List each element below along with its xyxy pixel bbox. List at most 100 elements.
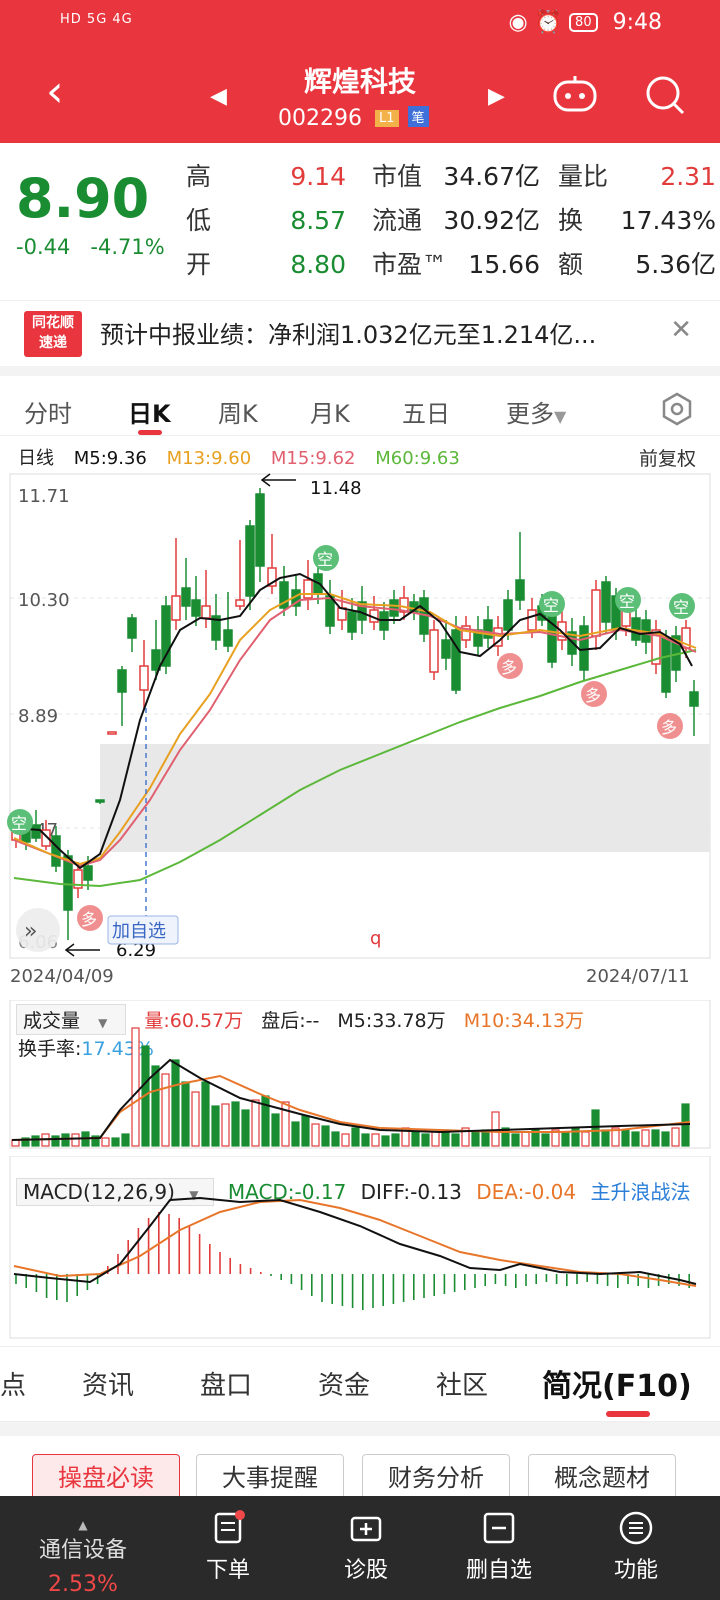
candle-body: [223, 629, 233, 647]
diagnose-icon: [350, 1516, 382, 1542]
candle-body: [451, 629, 461, 691]
search-icon[interactable]: [644, 74, 686, 116]
volume-bar: [511, 1133, 520, 1147]
chip-must-read[interactable]: 操盘必读: [32, 1454, 180, 1500]
tab-monthly-k[interactable]: 月K: [310, 394, 350, 429]
candle-body: [63, 855, 73, 911]
tag-empty-1: 空: [11, 814, 27, 833]
stock-name: 辉煌科技: [303, 65, 416, 98]
network-indicator: HD 5G 4G: [60, 12, 133, 27]
candle-body: [235, 599, 245, 607]
remove-watch-label: 删自选: [466, 1558, 533, 1583]
volume-bar: [671, 1127, 680, 1147]
candle-body: [527, 609, 537, 631]
remove-watch-icon: [483, 1512, 515, 1544]
expand-button[interactable]: »: [16, 908, 60, 952]
close-icon[interactable]: ✕: [670, 315, 692, 345]
quote-col-vol: 量比 2.31 换 17.43% 额 5.36亿: [558, 155, 716, 287]
volume-bar: [451, 1133, 460, 1147]
turnover-label: 换: [558, 206, 584, 235]
candle-body: [689, 691, 699, 707]
tag-empty-4: 空: [619, 592, 635, 611]
candle-body: [245, 525, 255, 597]
tab-daily-k[interactable]: 日K: [128, 394, 171, 429]
tab-five-day[interactable]: 五日: [402, 394, 450, 429]
volume-bar: [371, 1133, 380, 1147]
chip-concepts[interactable]: 概念题材: [528, 1454, 676, 1500]
news-logo-line2: 速递: [39, 335, 67, 351]
amount-label: 额: [558, 250, 584, 279]
chart-frame: [9, 473, 711, 959]
tab-hotspot[interactable]: 点: [0, 1365, 26, 1402]
kline-chart[interactable]: 11.71 10.30 8.89 7.47 6.06 11.48 6.29 加自…: [0, 470, 720, 1000]
volume-bar: [661, 1131, 670, 1147]
volume-bar: [181, 1081, 190, 1147]
news-ticker[interactable]: 同花顺 速递 预计中报业绩：净利润1.032亿元至1.214亿... ✕: [0, 300, 720, 366]
volume-bar: [631, 1131, 640, 1147]
period-label: 日线: [18, 448, 54, 469]
volume-bar: [101, 1137, 110, 1147]
candle-body: [601, 581, 611, 623]
status-bar: HD 5G 4G ◉ ⏰ 80 9:48: [0, 8, 720, 42]
robot-icon[interactable]: [552, 74, 598, 114]
candle-body: [389, 599, 399, 617]
chip-financials[interactable]: 财务分析: [362, 1454, 510, 1500]
tab-f10[interactable]: 简况(F10): [542, 1361, 692, 1405]
tab-more[interactable]: 更多▼: [506, 394, 566, 429]
volume-bar: [51, 1135, 60, 1147]
candle-body: [83, 865, 93, 881]
candle-body: [255, 493, 265, 567]
order-button[interactable]: 下单: [206, 1510, 250, 1584]
chip-events[interactable]: 大事提醒: [196, 1454, 344, 1500]
divider: [0, 1422, 720, 1436]
candle-body: [515, 579, 525, 601]
clock: 9:48: [612, 10, 662, 35]
tab-news[interactable]: 资讯: [82, 1365, 134, 1402]
function-label: 功能: [614, 1558, 659, 1583]
industry-indicator[interactable]: ▲ 通信设备 2.53%: [30, 1518, 136, 1597]
ma60-label: M60:9.63: [375, 448, 460, 469]
scroll-latest-icon[interactable]: q: [370, 928, 381, 949]
shaded-zone: [100, 744, 710, 852]
diagnose-button[interactable]: 诊股: [344, 1510, 388, 1584]
tab-orderbook[interactable]: 盘口: [200, 1365, 252, 1402]
function-button[interactable]: 功能: [614, 1510, 658, 1584]
volume-bar: [331, 1131, 340, 1147]
candle-body: [347, 611, 357, 633]
alarm-icon: ⏰: [534, 10, 563, 35]
volume-bar: [491, 1111, 500, 1147]
amount-value: 5.36亿: [635, 250, 716, 279]
volume-bar: [541, 1133, 550, 1147]
candle-body: [117, 669, 127, 693]
next-stock-icon[interactable]: ▶: [488, 84, 505, 109]
volume-bar: [251, 1099, 260, 1147]
volume-bar: [471, 1131, 480, 1147]
quote-panel: 8.90 -0.44 -4.71% 高 9.14 低 8.57 开 8.80 市值 34…: [0, 143, 720, 293]
low-value: 8.57: [290, 206, 346, 235]
candle-body: [547, 609, 557, 663]
tag-long-1: 多: [81, 910, 97, 929]
volume-bar: [241, 1109, 250, 1147]
tab-weekly-k[interactable]: 周K: [218, 394, 258, 429]
settings-icon[interactable]: [660, 392, 694, 426]
volume-bar: [591, 1109, 600, 1147]
add-watch-label: 加自选: [112, 921, 166, 942]
remove-watch-button[interactable]: 删自选: [466, 1510, 532, 1584]
tab-f10-underline: [606, 1411, 650, 1417]
change-value: -0.44: [16, 235, 71, 259]
tag-empty-5: 空: [673, 598, 689, 617]
pe-value: 15.66: [468, 250, 540, 279]
y-tick-top: 11.71: [18, 486, 70, 507]
bottom-action-bar: ▲ 通信设备 2.53% 下单 诊股 删自选 功能: [0, 1496, 720, 1600]
tab-capital[interactable]: 资金: [318, 1365, 370, 1402]
tab-community[interactable]: 社区: [436, 1365, 488, 1402]
volume-bar: [221, 1103, 230, 1147]
volume-bar: [311, 1123, 320, 1147]
vr-label: 量比: [558, 162, 609, 191]
date-end: 2024/07/11: [586, 966, 690, 987]
tab-minute[interactable]: 分时: [24, 394, 72, 429]
volume-bar: [351, 1127, 360, 1147]
adjust-mode[interactable]: 前复权: [639, 444, 696, 471]
industry-pct: 2.53%: [48, 1572, 118, 1597]
news-text[interactable]: 预计中报业绩：净利润1.032亿元至1.214亿...: [100, 315, 660, 350]
